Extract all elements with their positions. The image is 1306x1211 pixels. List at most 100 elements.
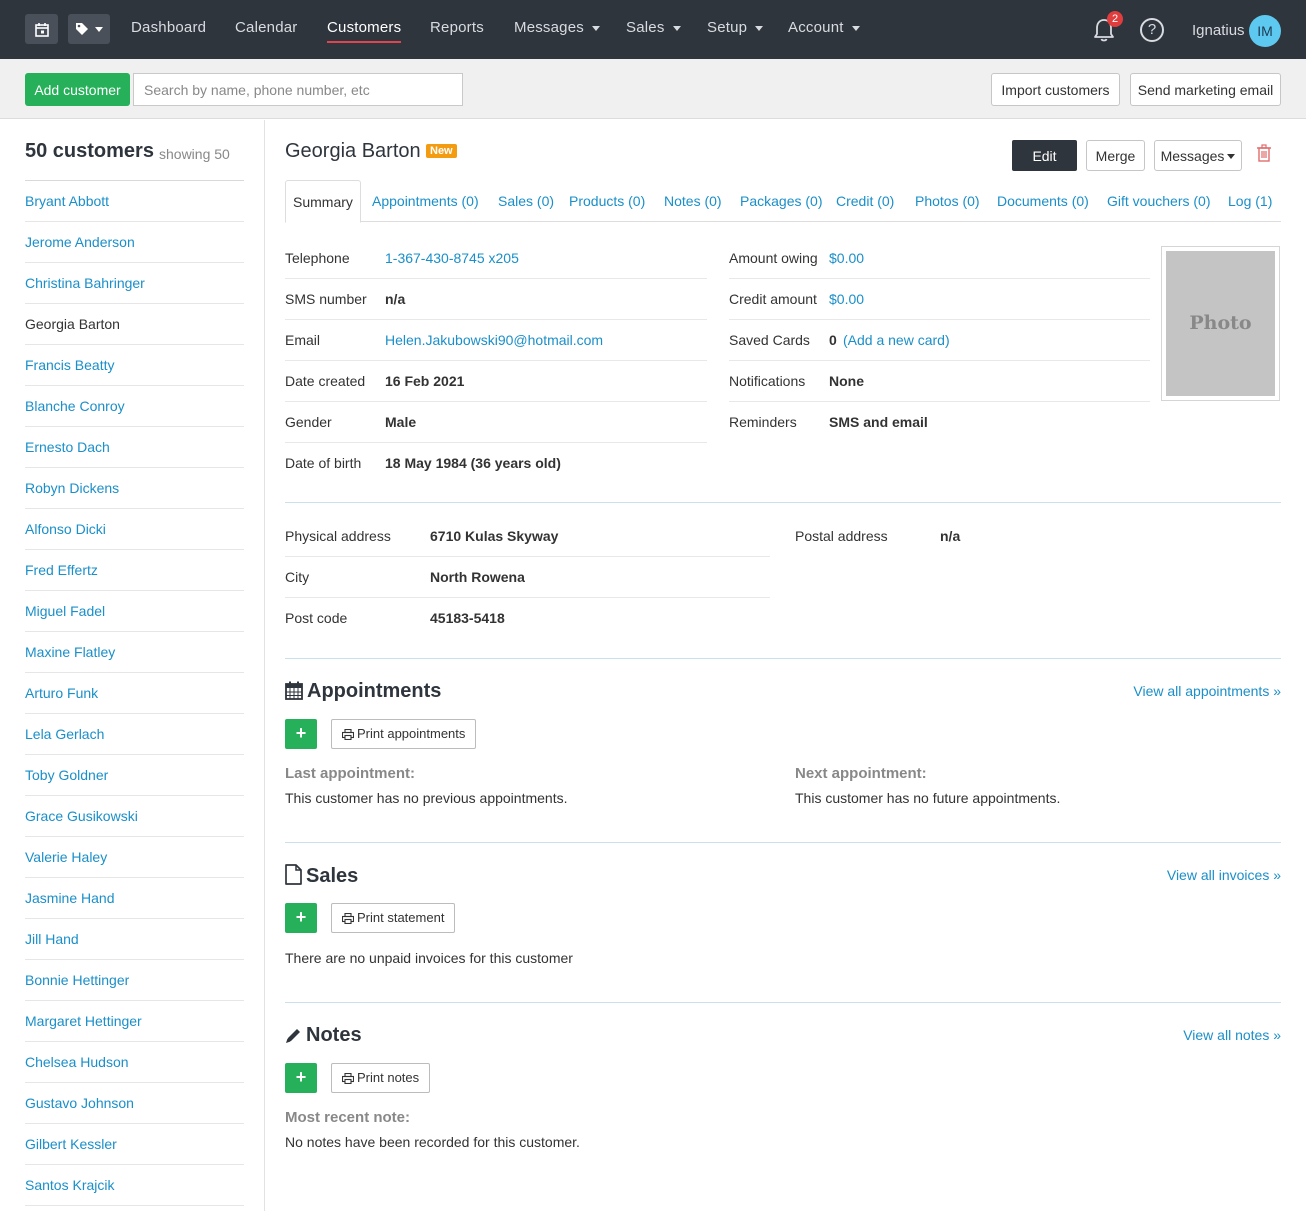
- customer-list-item[interactable]: Fred Effertz: [25, 550, 244, 591]
- address-row-postal: Postal address n/a: [795, 516, 1095, 557]
- user-name[interactable]: Ignatius: [1192, 22, 1245, 39]
- nav-reports[interactable]: Reports: [430, 19, 484, 36]
- print-statement-button[interactable]: Print statement: [331, 903, 456, 933]
- customer-list-item[interactable]: Chelsea Hudson: [25, 1042, 244, 1083]
- print-notes-button[interactable]: Print notes: [331, 1063, 431, 1093]
- import-customers-button[interactable]: Import customers: [991, 73, 1120, 106]
- detail-row-telephone: Telephone 1-367-430-8745 x205: [285, 238, 707, 279]
- customer-list-item[interactable]: Jerome Anderson: [25, 222, 244, 263]
- detail-row-reminders: Reminders SMS and email: [729, 402, 1150, 443]
- email-link[interactable]: Helen.Jakubowski90@hotmail.com: [385, 332, 603, 348]
- detail-row-saved-cards: Saved Cards 0 (Add a new card): [729, 320, 1150, 361]
- customer-list-item[interactable]: Miguel Fadel: [25, 591, 244, 632]
- customer-list-item[interactable]: Ernesto Dach: [25, 427, 244, 468]
- divider: [285, 842, 1281, 843]
- last-appointment-text: This customer has no previous appointmen…: [285, 790, 568, 806]
- detail-label: Saved Cards: [729, 332, 810, 348]
- customer-list-item[interactable]: Alfonso Dicki: [25, 509, 244, 550]
- customer-list-item[interactable]: Margaret Hettinger: [25, 1001, 244, 1042]
- tab-sales[interactable]: Sales (0): [498, 180, 554, 222]
- amount-owing-link[interactable]: $0.00: [829, 250, 864, 266]
- nav-label: Calendar: [235, 19, 298, 36]
- add-new-card-link[interactable]: (Add a new card): [843, 332, 950, 348]
- detail-label: Gender: [285, 414, 332, 430]
- customer-list-item[interactable]: Valerie Haley: [25, 837, 244, 878]
- unpaid-invoices-text: There are no unpaid invoices for this cu…: [285, 950, 573, 966]
- merge-button[interactable]: Merge: [1086, 140, 1145, 171]
- detail-row-date-created: Date created 16 Feb 2021: [285, 361, 707, 402]
- print-appointments-button[interactable]: Print appointments: [331, 719, 477, 749]
- customer-list-item[interactable]: Blanche Conroy: [25, 386, 244, 427]
- customer-search-input[interactable]: [133, 73, 463, 106]
- customer-photo[interactable]: Photo: [1161, 246, 1280, 401]
- last-appointment-heading: Last appointment:: [285, 765, 415, 782]
- most-recent-note-text: No notes have been recorded for this cus…: [285, 1134, 580, 1150]
- customer-list-item[interactable]: Bryant Abbott: [25, 181, 244, 222]
- customer-list-item[interactable]: Toby Goldner: [25, 755, 244, 796]
- nav-customers[interactable]: Customers: [327, 19, 402, 43]
- notification-count-badge: 2: [1107, 11, 1123, 27]
- customer-list-item[interactable]: Christina Bahringer: [25, 263, 244, 304]
- customer-list-item[interactable]: Maxine Flatley: [25, 632, 244, 673]
- send-marketing-email-button[interactable]: Send marketing email: [1130, 73, 1281, 106]
- customer-list-item[interactable]: Robyn Dickens: [25, 468, 244, 509]
- detail-value: 6710 Kulas Skyway: [430, 528, 559, 544]
- detail-value: 0: [829, 332, 837, 348]
- add-customer-button[interactable]: Add customer: [25, 73, 130, 106]
- calendar-shortcut-button[interactable]: [25, 14, 58, 44]
- tab-documents[interactable]: Documents (0): [997, 180, 1089, 222]
- detail-value: SMS and email: [829, 414, 928, 430]
- customer-list-item[interactable]: Lela Gerlach: [25, 714, 244, 755]
- detail-label: Notifications: [729, 373, 806, 389]
- edit-button[interactable]: Edit: [1012, 140, 1077, 171]
- address-row-post-code: Post code 45183-5418: [285, 598, 770, 639]
- detail-label: Post code: [285, 610, 348, 626]
- calendar-icon: [285, 681, 303, 700]
- customer-list-item[interactable]: Jasmine Hand: [25, 878, 244, 919]
- tag-menu-button[interactable]: [68, 14, 110, 44]
- tab-credit[interactable]: Credit (0): [836, 180, 894, 222]
- customer-list-item[interactable]: Bonnie Hettinger: [25, 960, 244, 1001]
- tab-packages[interactable]: Packages (0): [740, 180, 822, 222]
- view-all-invoices-link[interactable]: View all invoices »: [1167, 867, 1281, 883]
- customer-list-item[interactable]: Francis Beatty: [25, 345, 244, 386]
- detail-value: None: [829, 373, 864, 389]
- customer-list-item[interactable]: Gustavo Johnson: [25, 1083, 244, 1124]
- view-all-appointments-link[interactable]: View all appointments »: [1133, 683, 1281, 699]
- tab-summary[interactable]: Summary: [285, 180, 361, 223]
- detail-value: North Rowena: [430, 569, 525, 585]
- telephone-link[interactable]: 1-367-430-8745 x205: [385, 250, 519, 266]
- nav-sales[interactable]: Sales: [626, 19, 681, 36]
- messages-dropdown-button[interactable]: Messages: [1154, 140, 1242, 171]
- customer-list-item[interactable]: Jill Hand: [25, 919, 244, 960]
- tab-log[interactable]: Log (1): [1228, 180, 1272, 222]
- help-icon[interactable]: ?: [1140, 18, 1164, 42]
- nav-account[interactable]: Account: [788, 19, 860, 36]
- nav-dashboard[interactable]: Dashboard: [131, 19, 206, 36]
- customer-list-item[interactable]: Grace Gusikowski: [25, 796, 244, 837]
- tab-appointments[interactable]: Appointments (0): [372, 180, 479, 222]
- chevron-down-icon: [672, 25, 681, 31]
- nav-label: Customers: [327, 19, 402, 36]
- customer-list-item[interactable]: Gilbert Kessler: [25, 1124, 244, 1165]
- nav-calendar[interactable]: Calendar: [235, 19, 297, 36]
- add-appointment-button[interactable]: +: [285, 719, 317, 749]
- nav-messages[interactable]: Messages: [514, 19, 600, 36]
- trash-icon[interactable]: [1256, 144, 1272, 162]
- customer-list-item[interactable]: Arturo Funk: [25, 673, 244, 714]
- avatar[interactable]: IM: [1249, 15, 1281, 47]
- add-sale-button[interactable]: +: [285, 903, 317, 933]
- printer-icon: [341, 1072, 355, 1085]
- nav-setup[interactable]: Setup: [707, 19, 764, 36]
- customer-list-item[interactable]: Georgia Barton: [25, 304, 244, 345]
- tab-photos[interactable]: Photos (0): [915, 180, 980, 222]
- tab-products[interactable]: Products (0): [569, 180, 645, 222]
- customer-list-item[interactable]: Santos Krajcik: [25, 1165, 244, 1206]
- tab-gift-vouchers[interactable]: Gift vouchers (0): [1107, 180, 1210, 222]
- nav-label: Messages: [514, 19, 584, 36]
- tab-notes[interactable]: Notes (0): [664, 180, 722, 222]
- add-note-button[interactable]: +: [285, 1063, 317, 1093]
- customers-toolbar: Add customer Import customers Send marke…: [0, 59, 1306, 119]
- credit-amount-link[interactable]: $0.00: [829, 291, 864, 307]
- view-all-notes-link[interactable]: View all notes »: [1183, 1027, 1281, 1043]
